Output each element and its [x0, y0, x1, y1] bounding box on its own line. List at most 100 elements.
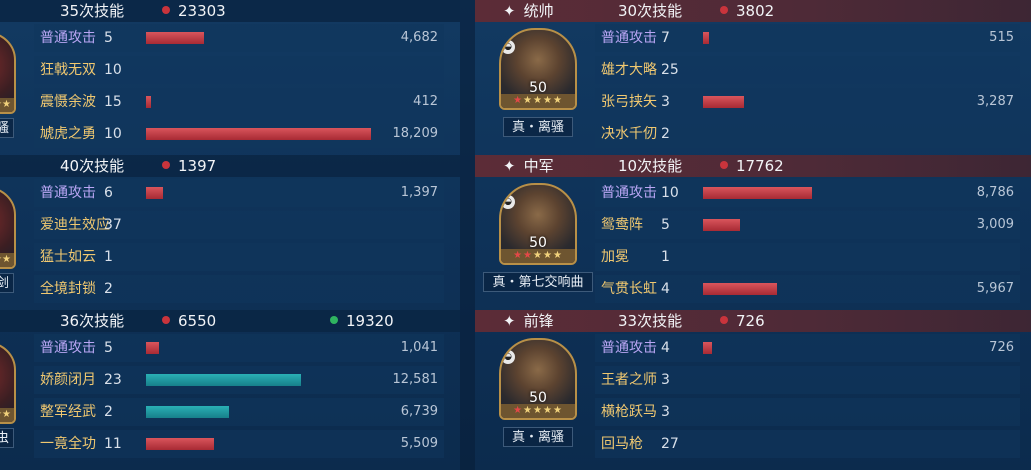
skill-row[interactable]: 震慑余波 15 412 — [34, 88, 444, 116]
skill-row[interactable]: 加冕 1 — [595, 243, 1020, 271]
skill-row[interactable]: 张弓挟矢 3 3,287 — [595, 88, 1020, 116]
skill-name: 回马枪 — [601, 436, 643, 452]
skill-row[interactable]: 王者之师 3 — [595, 366, 1020, 394]
skill-name: 爱迪生效应 — [40, 217, 110, 233]
hero-portrait[interactable]: ★★ — [0, 342, 16, 424]
skill-row[interactable]: 普通攻击 4 726 — [595, 334, 1020, 362]
skill-level: 11 — [104, 436, 122, 452]
skill-level: 2 — [104, 281, 113, 297]
skill-row[interactable]: 普通攻击 7 515 — [595, 24, 1020, 52]
skill-row[interactable]: 爱迪生效应 37 — [34, 211, 444, 239]
right-hero-section: ✦ 中军 10次技能 17762 ◒ 50 ★★★★★ 真・第七交响曲 普通攻击 10 8,786 鸳… — [475, 155, 1031, 310]
damage-bar-track — [146, 32, 371, 44]
skill-row[interactable]: 普通攻击 6 1,397 — [34, 179, 444, 207]
hero-portrait[interactable]: ◒ 50 ★★★★★ — [499, 183, 577, 265]
hero-header: ✦ 统帅 30次技能 3802 — [475, 0, 1031, 22]
right-hero-section: ✦ 前锋 33次技能 726 ◒ 50 ★★★★★ 真・离骚 普通攻击 4 726 王者之师 3 横枪跃马… — [475, 310, 1031, 465]
hero-caption: 真・离骚 — [503, 117, 573, 137]
skill-damage-value: 5,967 — [976, 281, 1014, 296]
skill-row[interactable]: 雄才大略 25 — [595, 56, 1020, 84]
damage-bar-track — [146, 96, 371, 108]
skill-name: 一竟全功 — [40, 436, 96, 452]
skill-name: 气贯长虹 — [601, 281, 657, 297]
skill-row[interactable]: 气贯长虹 4 5,967 — [595, 275, 1020, 303]
damage-total: 1397 — [162, 155, 216, 177]
skill-row[interactable]: 虓虎之勇 10 18,209 — [34, 120, 444, 148]
panel-divider — [460, 0, 475, 470]
skill-name: 娇颜闭月 — [40, 372, 96, 388]
damage-bar-track — [703, 64, 928, 76]
hero-portrait[interactable]: ◒ 50 ★★★★★ — [499, 28, 577, 110]
skill-row[interactable]: 一竟全功 11 5,509 — [34, 430, 444, 458]
skill-level: 25 — [661, 62, 679, 78]
skill-name: 决水千仞 — [601, 126, 657, 142]
skill-row[interactable]: 娇颜闭月 23 12,581 — [34, 366, 444, 394]
skill-damage-value: 412 — [413, 94, 438, 109]
skill-level: 5 — [104, 30, 113, 46]
skill-row[interactable]: 狂戟无双 10 — [34, 56, 444, 84]
skill-name: 猛士如云 — [40, 249, 96, 265]
skill-row[interactable]: 猛士如云 1 — [34, 243, 444, 271]
hero-portrait[interactable]: ★★ — [0, 187, 16, 269]
hero-header: 35次技能 23303 — [0, 0, 460, 22]
skill-row[interactable]: 整军经武 2 6,739 — [34, 398, 444, 426]
damage-bar — [146, 374, 302, 386]
hero-portrait[interactable]: ◒ 50 ★★★★★ — [499, 338, 577, 420]
skill-level: 10 — [104, 126, 122, 142]
skill-row[interactable]: 普通攻击 5 1,041 — [34, 334, 444, 362]
left-hero-section: 35次技能 23303 ★★ 骚 普通攻击 5 4,682 狂戟无双 10 震慑余波 15 412 虓虎… — [0, 0, 460, 155]
star-rating: ★★ — [0, 408, 14, 422]
sparkle-icon: ✦ — [503, 2, 516, 20]
skill-damage-value: 1,397 — [400, 185, 438, 200]
heal-total: 19320 — [330, 310, 394, 332]
damage-bar-track — [703, 96, 928, 108]
damage-bar-track — [703, 283, 928, 295]
skill-damage-value: 4,682 — [400, 30, 438, 45]
skill-row[interactable]: 决水千仞 2 — [595, 120, 1020, 148]
hero-role: ✦ 统帅 — [503, 0, 554, 22]
damage-value: 3802 — [736, 2, 775, 20]
right-hero-section: ✦ 统帅 30次技能 3802 ◒ 50 ★★★★★ 真・离骚 普通攻击 7 515 雄才大略 25 张弓… — [475, 0, 1031, 155]
faction-badge-icon: ◒ — [501, 350, 515, 364]
hero-portrait[interactable]: ★★ — [0, 32, 16, 114]
damage-bar-track — [146, 219, 371, 231]
heal-dot-icon — [330, 316, 338, 324]
damage-bar — [146, 342, 159, 354]
skill-damage-value: 3,287 — [976, 94, 1014, 109]
damage-bar-track — [703, 342, 928, 354]
damage-bar-track — [703, 187, 928, 199]
skill-level: 4 — [661, 281, 670, 297]
damage-dot-icon — [162, 316, 170, 324]
skill-damage-value: 3,009 — [976, 217, 1014, 232]
skill-row[interactable]: 普通攻击 5 4,682 — [34, 24, 444, 52]
damage-bar-track — [146, 251, 371, 263]
skill-level: 1 — [661, 249, 670, 265]
damage-bar — [146, 32, 204, 44]
right-team-panel: ✦ 统帅 30次技能 3802 ◒ 50 ★★★★★ 真・离骚 普通攻击 7 515 雄才大略 25 张弓… — [475, 0, 1031, 470]
awakened-stars: ★ — [513, 95, 524, 106]
skill-row[interactable]: 全境封锁 2 — [34, 275, 444, 303]
skill-row[interactable]: 回马枪 27 — [595, 430, 1020, 458]
skill-name: 普通攻击 — [601, 185, 657, 201]
hero-caption: 真・离骚 — [503, 427, 573, 447]
skill-cast-count: 10次技能 — [618, 157, 683, 175]
skill-row[interactable]: 普通攻击 10 8,786 — [595, 179, 1020, 207]
skill-level: 23 — [104, 372, 122, 388]
skill-name: 震慑余波 — [40, 94, 96, 110]
skill-damage-value: 515 — [989, 30, 1014, 45]
damage-bar — [703, 342, 712, 354]
awakened-stars: ★ — [513, 405, 524, 416]
skill-cast-count: 36次技能 — [60, 312, 125, 330]
hero-caption: 骚 — [0, 118, 14, 138]
skill-row[interactable]: 鸳鸯阵 5 3,009 — [595, 211, 1020, 239]
skill-level: 10 — [104, 62, 122, 78]
hero-role: ✦ 中军 — [503, 155, 554, 177]
skill-row[interactable]: 横枪跃马 3 — [595, 398, 1020, 426]
hero-header: 40次技能 1397 — [0, 155, 460, 177]
damage-bar — [703, 32, 710, 44]
damage-bar-track — [146, 406, 371, 418]
damage-bar — [146, 128, 371, 140]
skill-level: 3 — [661, 372, 670, 388]
star-rating: ★★ — [0, 253, 14, 267]
damage-bar-track — [146, 374, 371, 386]
